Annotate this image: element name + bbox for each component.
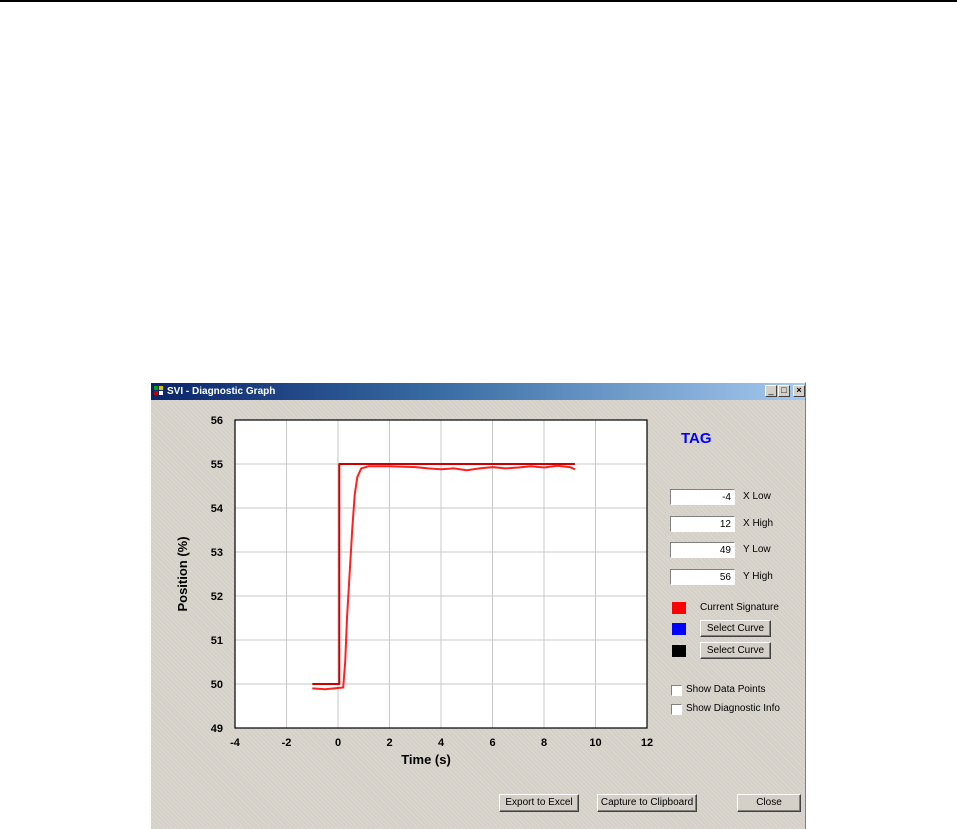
show-diagnostic-info-label: Show Diagnostic Info: [686, 703, 780, 714]
x-high-label: X High: [743, 518, 774, 529]
diagnostic-graph-window: SVI - Diagnostic Graph _ □ × -4 -2 0 2 4 6 8 10…: [150, 382, 806, 829]
current-signature-label: Current Signature: [700, 602, 779, 613]
x-tick-label: 10: [589, 737, 601, 749]
x-high-input[interactable]: [670, 516, 735, 532]
y-tick-label: 51: [211, 635, 223, 647]
y-tick-label: 53: [211, 547, 223, 559]
x-axis-label: Time (s): [401, 752, 451, 767]
y-axis-label: Position (%): [175, 536, 190, 611]
x-tick-label: 0: [335, 737, 341, 749]
x-tick-label: 6: [489, 737, 495, 749]
app-icon: [154, 386, 163, 395]
y-tick-label: 49: [211, 723, 223, 735]
show-data-points-checkbox[interactable]: [671, 685, 682, 696]
select-curve-3-button[interactable]: Select Curve: [700, 642, 771, 659]
y-tick-label: 54: [211, 503, 224, 515]
y-high-input[interactable]: [670, 569, 735, 585]
x-tick-label: 4: [438, 737, 445, 749]
x-tick-label: 2: [386, 737, 392, 749]
maximize-button[interactable]: □: [778, 385, 790, 397]
y-low-input[interactable]: [670, 542, 735, 558]
minimize-button[interactable]: _: [765, 385, 777, 397]
show-diagnostic-info-checkbox[interactable]: [671, 704, 682, 715]
tag-label: TAG: [681, 430, 712, 447]
x-low-input[interactable]: [670, 489, 735, 505]
y-tick-label: 55: [211, 459, 223, 471]
export-to-excel-button[interactable]: Export to Excel: [499, 794, 579, 812]
select-curve-2-button[interactable]: Select Curve: [700, 620, 771, 637]
current-signature-swatch: [672, 602, 686, 614]
curve-3-swatch: [672, 645, 686, 657]
x-tick-label: -4: [230, 737, 241, 749]
close-window-button[interactable]: ×: [793, 385, 805, 397]
title-bar[interactable]: SVI - Diagnostic Graph _ □ ×: [151, 383, 805, 400]
y-low-label: Y Low: [743, 544, 771, 555]
show-data-points-label: Show Data Points: [686, 684, 766, 695]
close-button[interactable]: Close: [737, 794, 801, 812]
top-rule: [0, 0, 957, 2]
x-tick-label: -2: [282, 737, 292, 749]
y-tick-label: 52: [211, 591, 223, 603]
window-title: SVI - Diagnostic Graph: [167, 386, 276, 397]
x-tick-label: 8: [541, 737, 547, 749]
y-tick-label: 56: [211, 415, 223, 427]
x-tick-label: 12: [641, 737, 653, 749]
y-high-label: Y High: [743, 571, 773, 582]
diagnostic-chart: -4 -2 0 2 4 6 8 10 12 49 50 51 52 53 54 55 56 Time (s) Pos…: [175, 415, 653, 767]
capture-to-clipboard-button[interactable]: Capture to Clipboard: [597, 794, 697, 812]
y-tick-label: 50: [211, 679, 223, 691]
curve-2-swatch: [672, 623, 686, 635]
x-low-label: X Low: [743, 491, 771, 502]
